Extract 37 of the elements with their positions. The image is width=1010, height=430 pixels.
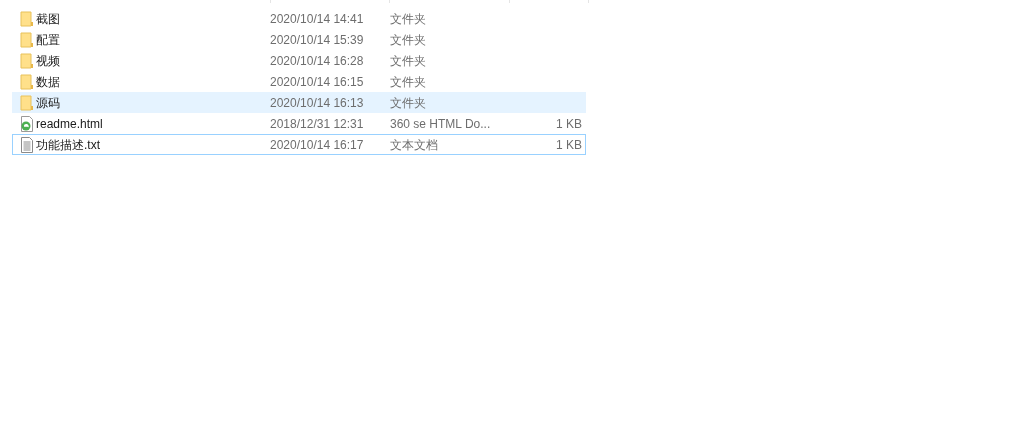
text-file-icon [19, 136, 34, 153]
file-row[interactable]: readme.html 2018/12/31 12:31 360 se HTML Do... 1 KB [12, 113, 586, 134]
file-row[interactable]: 功能描述.txt 2020/10/14 16:17 文本文档 1 KB [12, 134, 586, 155]
file-name: 数据 [36, 73, 61, 91]
file-name: 配置 [36, 31, 61, 49]
file-name: 源码 [36, 94, 61, 112]
file-type: 文本文档 [390, 137, 438, 152]
file-name: 功能描述.txt [36, 136, 101, 154]
folder-icon [19, 73, 34, 90]
file-row[interactable]: 数据 2020/10/14 16:15 文件夹 [12, 71, 586, 92]
file-name: 视频 [36, 52, 61, 70]
file-name: readme.html [36, 115, 104, 133]
file-type: 文件夹 [390, 74, 426, 89]
modified-date: 2020/10/14 16:15 [270, 73, 365, 91]
file-row[interactable]: 截图 2020/10/14 14:41 文件夹 [12, 8, 586, 29]
file-row[interactable]: 视频 2020/10/14 16:28 文件夹 [12, 50, 586, 71]
folder-icon [19, 10, 34, 27]
file-size: 1 KB [556, 115, 582, 133]
modified-date: 2020/10/14 16:17 [270, 136, 365, 154]
modified-date: 2020/10/14 15:39 [270, 31, 365, 49]
folder-icon [19, 52, 34, 69]
modified-date: 2020/10/14 16:13 [270, 94, 365, 112]
file-size: 1 KB [556, 136, 582, 154]
file-type: 文件夹 [390, 32, 426, 47]
file-name: 截图 [36, 10, 61, 28]
modified-date: 2020/10/14 16:28 [270, 52, 365, 70]
file-type: 文件夹 [390, 11, 426, 26]
folder-icon [19, 94, 34, 111]
html-file-icon [19, 115, 34, 132]
file-type: 360 se HTML Do... [390, 116, 491, 131]
file-row[interactable]: 源码 2020/10/14 16:13 文件夹 [12, 92, 586, 113]
file-type: 文件夹 [390, 95, 426, 110]
file-row[interactable]: 配置 2020/10/14 15:39 文件夹 [12, 29, 586, 50]
modified-date: 2020/10/14 14:41 [270, 10, 365, 28]
modified-date: 2018/12/31 12:31 [270, 115, 365, 133]
file-type: 文件夹 [390, 53, 426, 68]
folder-icon [19, 31, 34, 48]
